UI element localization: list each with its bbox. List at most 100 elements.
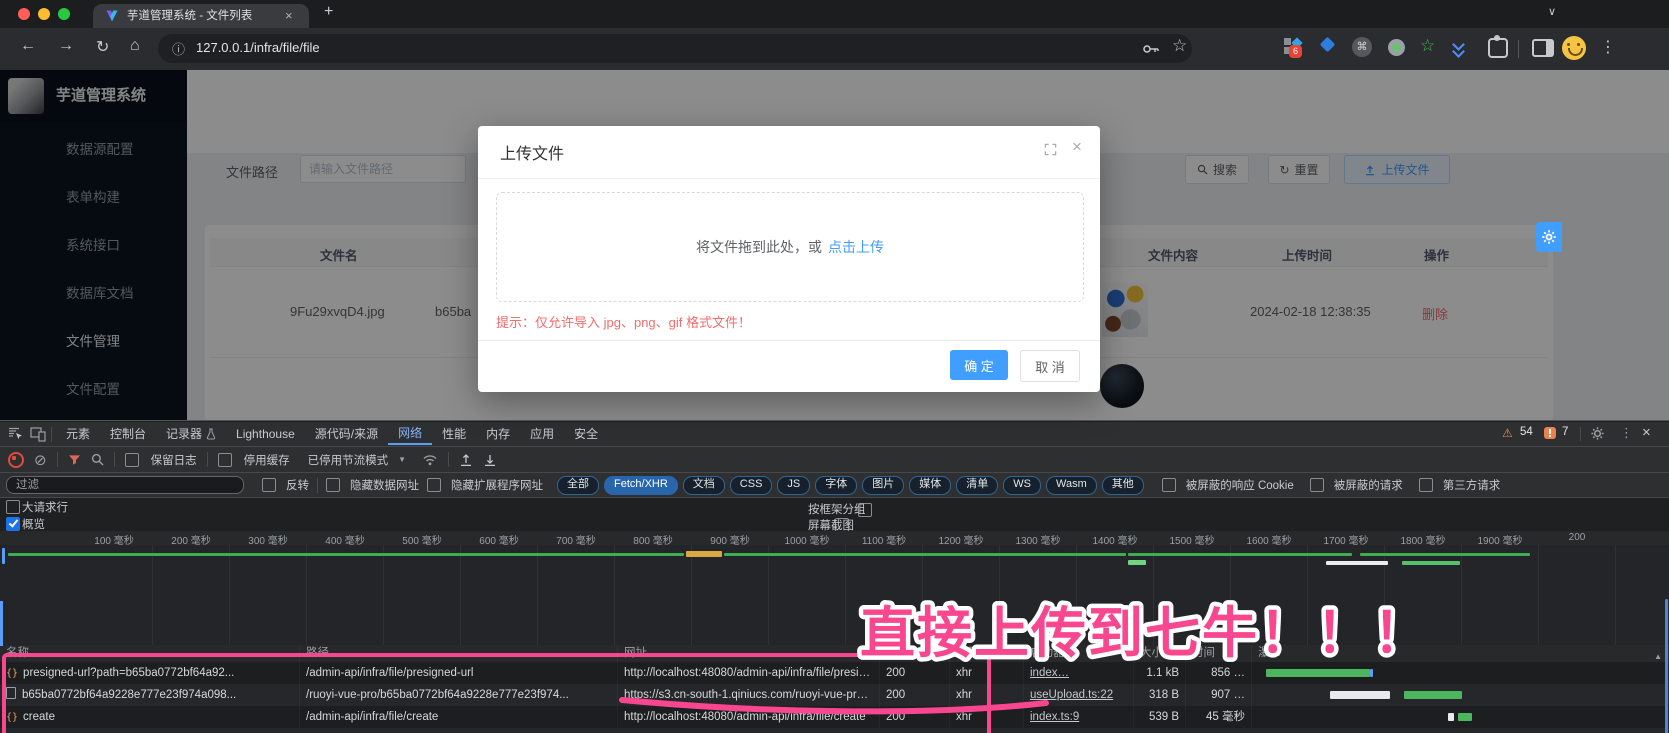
devtools-tab[interactable]: 记录器 — [156, 423, 226, 445]
filter-pill[interactable]: 媒体 — [909, 476, 951, 495]
extensions-puzzle-icon[interactable] — [1488, 38, 1508, 58]
inspect-element-icon[interactable] — [8, 427, 24, 442]
extension-circle-icon[interactable] — [1388, 39, 1405, 56]
net-column-header-1[interactable]: 名称 — [0, 645, 300, 662]
upload-dropzone[interactable]: 将文件拖到此处，或 点击上传 — [496, 192, 1084, 302]
filter-pill[interactable]: 图片 — [862, 476, 904, 495]
preserve-log-checkbox[interactable] — [125, 453, 139, 467]
warning-icon[interactable]: ⚠ — [1502, 426, 1513, 440]
net-column-header-5[interactable]: 类型 — [950, 645, 1024, 662]
filter-pill[interactable]: 字体 — [815, 476, 857, 495]
record-network-log-icon[interactable] — [8, 452, 24, 468]
big-request-rows-checkbox[interactable] — [6, 500, 20, 514]
new-tab-button[interactable]: + — [324, 3, 333, 21]
invert-checkbox[interactable] — [262, 478, 276, 492]
cancel-button[interactable]: 取 消 — [1020, 350, 1080, 382]
devtools-tab[interactable]: 内存 — [476, 423, 520, 445]
tab-close-icon[interactable]: × — [285, 4, 293, 28]
window-close-button[interactable] — [18, 8, 30, 20]
devtools-menu-icon[interactable]: ⋮ — [1620, 425, 1633, 441]
disable-cache-checkbox[interactable] — [218, 453, 232, 467]
confirm-button[interactable]: 确 定 — [950, 350, 1008, 380]
filter-pill[interactable]: WS — [1003, 476, 1041, 495]
bookmark-star-icon[interactable]: ☆ — [1172, 36, 1187, 56]
settings-fab[interactable] — [1536, 222, 1562, 252]
devtools-settings-gear-icon[interactable] — [1590, 426, 1605, 441]
tab-list-chevron-icon[interactable]: ∨ — [1548, 5, 1556, 18]
warning-count[interactable]: 54 — [1520, 426, 1533, 438]
filter-pill[interactable]: 清单 — [956, 476, 998, 495]
devtools-tab[interactable]: 应用 — [520, 423, 564, 445]
blocked-cookies-checkbox[interactable] — [1162, 478, 1176, 492]
site-info-icon[interactable]: ⓘ — [172, 39, 185, 58]
throttling-caret-icon[interactable]: ▼ — [398, 455, 406, 464]
extension-kite-icon[interactable] — [1320, 37, 1336, 53]
browser-menu-icon[interactable]: ⋮ — [1600, 37, 1616, 57]
network-request-row[interactable]: {}create/admin-api/infra/file/createhttp… — [0, 706, 1669, 728]
window-zoom-button[interactable] — [58, 8, 70, 20]
password-key-icon[interactable] — [1142, 41, 1160, 57]
export-har-icon[interactable] — [483, 453, 497, 467]
window-minimize-button[interactable] — [38, 8, 50, 20]
network-search-icon[interactable] — [91, 453, 104, 466]
net-column-header-4[interactable]: 状态 — [880, 645, 950, 662]
request-initiator[interactable]: index… — [1024, 662, 1134, 684]
filter-funnel-icon[interactable] — [68, 454, 81, 466]
forward-icon[interactable]: → — [58, 37, 74, 55]
overview-checkbox[interactable] — [6, 517, 20, 531]
network-overview[interactable] — [0, 545, 1669, 646]
click-upload-link[interactable]: 点击上传 — [828, 237, 884, 257]
net-column-header-7[interactable]: 大小 — [1134, 645, 1186, 662]
network-filter-input[interactable] — [6, 476, 244, 494]
dialog-close-icon[interactable]: × — [1072, 137, 1082, 157]
net-column-header-9[interactable]: 瀑布▲ — [1252, 645, 1669, 662]
throttling-select[interactable]: 已停用节流模式 — [308, 452, 389, 468]
net-column-header-6[interactable]: 启动器 — [1024, 645, 1134, 662]
dialog-fullscreen-icon[interactable] — [1044, 143, 1057, 156]
devtools-tab[interactable]: 元素 — [56, 423, 100, 445]
hide-extension-urls-checkbox[interactable] — [427, 478, 441, 492]
filter-pill[interactable]: Wasm — [1046, 476, 1097, 495]
side-panel-icon[interactable] — [1532, 39, 1554, 57]
net-column-header-3[interactable]: 网址 — [618, 645, 880, 662]
network-request-row[interactable]: {}presigned-url?path=b65ba0772bf64a92...… — [0, 662, 1669, 684]
devtools-close-icon[interactable]: × — [1642, 424, 1651, 441]
back-icon[interactable]: ← — [20, 37, 36, 55]
filter-pill[interactable]: CSS — [730, 476, 773, 495]
devtools-tab[interactable]: 性能 — [432, 423, 476, 445]
filter-pill[interactable]: 全部 — [557, 476, 599, 495]
browser-tab[interactable]: 芋道管理系统 - 文件列表 × — [93, 4, 309, 28]
devtools-tab[interactable]: 源代码/来源 — [305, 423, 388, 445]
network-conditions-icon[interactable] — [422, 453, 438, 466]
devtools-tab[interactable]: 安全 — [564, 423, 608, 445]
third-party-checkbox[interactable] — [1419, 478, 1433, 492]
filter-pill[interactable]: 其他 — [1102, 476, 1144, 495]
devtools-tab[interactable]: 网络 — [388, 423, 432, 445]
issues-icon[interactable] — [1544, 427, 1556, 439]
devtools-tab[interactable]: 控制台 — [100, 423, 156, 445]
request-initiator[interactable]: index.ts:9 — [1024, 706, 1134, 728]
issues-count[interactable]: 7 — [1562, 426, 1568, 438]
overview-left-handle[interactable] — [0, 601, 3, 646]
profile-avatar[interactable] — [1562, 36, 1586, 60]
hide-data-urls-checkbox[interactable] — [326, 478, 340, 492]
filter-pill[interactable]: JS — [777, 476, 810, 495]
devtools-scrollbar[interactable] — [1665, 599, 1668, 733]
filter-pill[interactable]: 文档 — [683, 476, 725, 495]
extension-grid-icon[interactable]: 6 — [1284, 38, 1302, 56]
reload-icon[interactable]: ↻ — [96, 37, 109, 57]
net-column-header-8[interactable]: 时间 — [1186, 645, 1252, 662]
address-bar[interactable]: ⓘ 127.0.0.1/infra/file/file — [158, 34, 1192, 63]
devtools-tab[interactable]: Lighthouse — [226, 423, 305, 445]
filter-pill[interactable]: Fetch/XHR — [604, 476, 678, 495]
extension-star-icon[interactable]: ☆ — [1420, 36, 1435, 56]
home-icon[interactable]: ⌂ — [130, 37, 140, 55]
network-request-row[interactable]: b65ba0772bf64a9228e777e23f974a098.../ruo… — [0, 684, 1669, 706]
net-column-header-2[interactable]: 路径 — [300, 645, 618, 662]
request-initiator[interactable]: useUpload.ts:22 — [1024, 684, 1134, 706]
clear-network-log-icon[interactable]: ⊘ — [34, 451, 47, 469]
import-har-icon[interactable] — [459, 453, 473, 467]
blocked-requests-checkbox[interactable] — [1310, 478, 1324, 492]
extension-cmd-icon[interactable]: ⌘ — [1352, 37, 1372, 57]
device-toolbar-icon[interactable] — [30, 427, 47, 442]
